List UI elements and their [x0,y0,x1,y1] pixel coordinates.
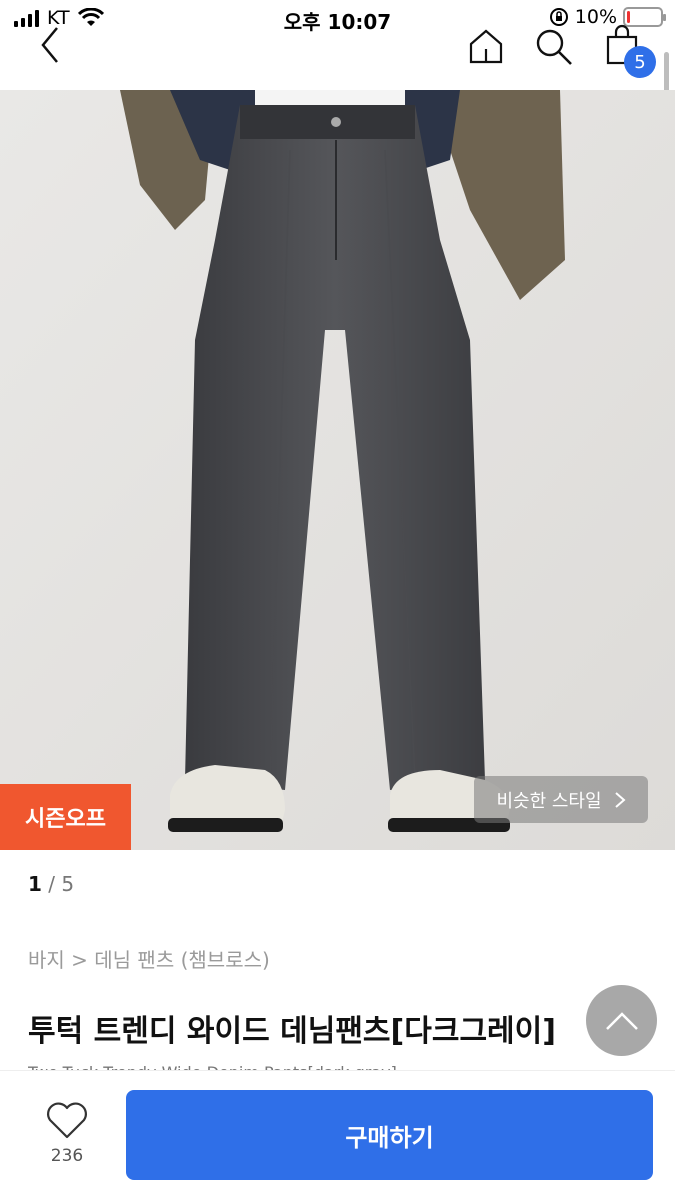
back-button[interactable] [30,20,70,70]
product-image[interactable] [0,90,675,850]
scroll-to-top-button[interactable] [586,985,657,1056]
search-icon [536,29,572,65]
product-photo [0,90,675,850]
similar-style-button[interactable]: 비슷한 스타일 [474,776,648,823]
like-count: 236 [50,1146,84,1166]
pager-total: / 5 [48,872,75,896]
chevron-left-icon [41,27,58,63]
home-button[interactable] [464,24,508,68]
pager-current: 1 [28,872,42,896]
chevron-right-icon [614,791,626,808]
product-subtitle: Two-Tuck Trendy Wide Denim Pants[dark gr… [28,1058,397,1070]
search-button[interactable] [530,24,576,68]
similar-style-label: 비슷한 스타일 [496,790,602,812]
home-icon [469,29,503,64]
season-off-tag: 시즌오프 [0,784,131,850]
like-button[interactable]: 236 [28,1100,106,1180]
buy-button[interactable]: 구매하기 [126,1090,653,1180]
product-title: 투턱 트렌디 와이드 데님팬츠[다크그레이] [28,1014,556,1049]
heart-icon [47,1102,87,1139]
image-pager: 1 / 5 [28,872,74,896]
cart-count-badge: 5 [624,46,656,78]
breadcrumb[interactable]: 바지 > 데님 팬츠 (챔브로스) [28,944,270,973]
chevron-up-icon [605,1011,638,1030]
